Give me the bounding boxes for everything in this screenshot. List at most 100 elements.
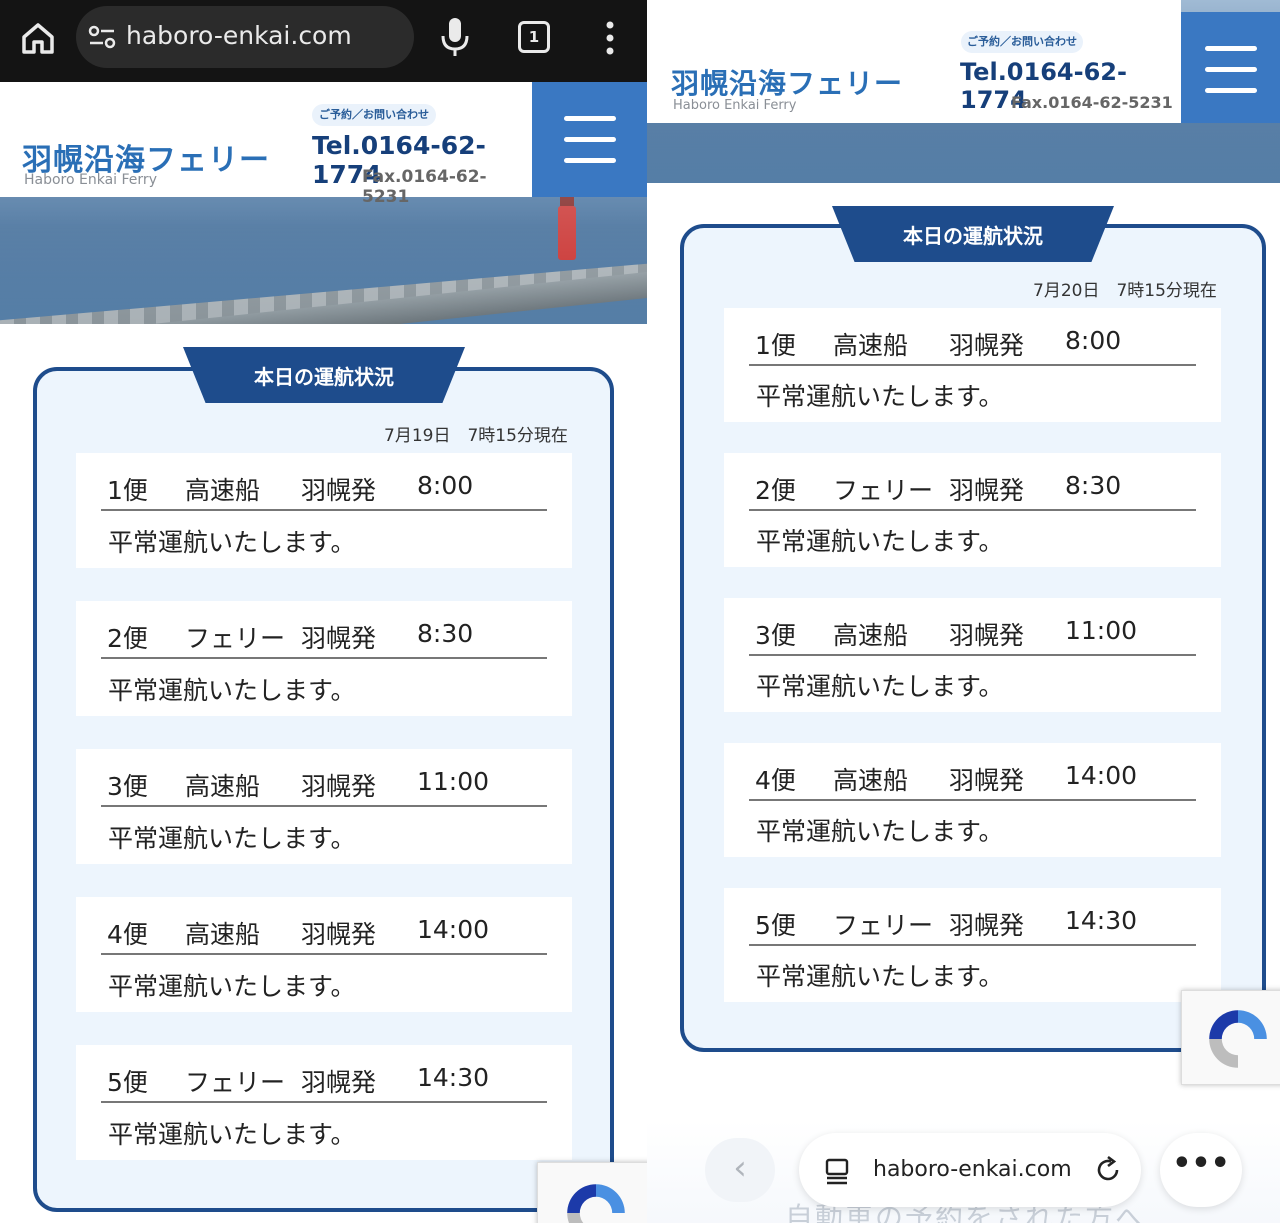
recaptcha-badge[interactable]: [1181, 990, 1280, 1085]
trip-header: 1便 高速船 羽幌発 8:00: [101, 453, 547, 511]
trip-header: 4便 高速船 羽幌発 14:00: [101, 897, 547, 955]
departure-port: 羽幌発: [949, 476, 1025, 505]
trip-card: 2便 フェリー 羽幌発 8:30 平常運航いたします。: [724, 453, 1221, 567]
vessel-type: フェリー: [833, 476, 934, 505]
more-options-button[interactable]: •••: [1160, 1133, 1242, 1207]
trip-number: 1便: [755, 331, 796, 360]
vessel-type: 高速船: [185, 476, 261, 505]
trip-number: 2便: [107, 624, 148, 653]
trip-status: 平常運航いたします。: [108, 824, 356, 853]
trip-card: 5便 フェリー 羽幌発 14:30 平常運航いたします。: [724, 888, 1221, 1002]
trip-card: 2便 フェリー 羽幌発 8:30 平常運航いたします。: [76, 601, 572, 716]
trip-header: 5便 フェリー 羽幌発 14:30: [101, 1045, 547, 1103]
site-header: 羽幌沿海フェリー Haboro Enkai Ferry ご予約／お問い合わせ T…: [647, 0, 1181, 123]
menu-icon-bar: [1204, 46, 1257, 51]
trip-status: 平常運航いたします。: [108, 1120, 356, 1149]
site-logo[interactable]: 羽幌沿海フェリー: [671, 62, 903, 102]
trip-number: 5便: [755, 911, 796, 940]
trip-header: 2便 フェリー 羽幌発 8:30: [749, 453, 1196, 511]
vessel-type: 高速船: [833, 331, 909, 360]
trip-number: 3便: [107, 772, 148, 801]
departure-port: 羽幌発: [301, 772, 377, 801]
trip-header: 5便 フェリー 羽幌発 14:30: [749, 888, 1196, 946]
hamburger-menu-button[interactable]: [1181, 12, 1280, 123]
vessel-type: 高速船: [833, 766, 909, 795]
departure-port: 羽幌発: [301, 624, 377, 653]
trip-header: 3便 高速船 羽幌発 11:00: [101, 749, 547, 807]
url-text: haboro-enkai.com: [873, 1157, 1072, 1182]
trip-card: 3便 高速船 羽幌発 11:00 平常運航いたします。: [724, 598, 1221, 712]
trip-card: 1便 高速船 羽幌発 8:00 平常運航いたします。: [76, 453, 572, 568]
trip-header: 4便 高速船 羽幌発 14:00: [749, 743, 1196, 801]
trip-status: 平常運航いたします。: [756, 672, 1004, 701]
trip-card: 5便 フェリー 羽幌発 14:30 平常運航いたします。: [76, 1045, 572, 1160]
trip-number: 5便: [107, 1068, 148, 1097]
page-info-icon: [825, 1158, 849, 1185]
site-info-icon[interactable]: [88, 24, 116, 50]
recaptcha-icon: [1209, 1010, 1267, 1068]
reservation-label: ご予約／お問い合わせ: [312, 104, 436, 126]
fax-number: Fax.0164-62-5231: [362, 167, 487, 207]
trip-number: 4便: [107, 920, 148, 949]
departure-time: 11:00: [1065, 616, 1138, 645]
trip-card: 4便 高速船 羽幌発 14:00 平常運航いたします。: [76, 897, 572, 1012]
reload-icon[interactable]: [1093, 1155, 1123, 1185]
trip-status: 平常運航いたします。: [756, 382, 1004, 411]
trip-status: 平常運航いたします。: [756, 527, 1004, 556]
departure-port: 羽幌発: [301, 1068, 377, 1097]
site-header: 羽幌沿海フェリー Haboro Enkai Ferry ご予約／お問い合わせ T…: [0, 82, 532, 207]
more-options-icon[interactable]: [600, 20, 620, 56]
back-button[interactable]: ‹: [705, 1138, 775, 1202]
departure-time: 8:00: [417, 471, 474, 500]
departure-port: 羽幌発: [949, 911, 1025, 940]
departure-port: 羽幌発: [949, 331, 1025, 360]
address-bar[interactable]: haboro-enkai.com: [799, 1133, 1141, 1207]
vessel-type: フェリー: [833, 911, 934, 940]
trip-status: 平常運航いたします。: [108, 528, 356, 557]
reservation-label: ご予約／お問い合わせ: [961, 31, 1083, 53]
trip-number: 4便: [755, 766, 796, 795]
vessel-type: 高速船: [833, 621, 909, 650]
home-icon[interactable]: [18, 18, 58, 58]
url-text: haboro-enkai.com: [126, 21, 352, 50]
departure-port: 羽幌発: [301, 476, 377, 505]
departure-time: 14:30: [1065, 906, 1138, 935]
departure-time: 11:00: [417, 767, 490, 796]
fax-number: Fax.0164-62-5231: [1011, 93, 1173, 112]
departure-time: 14:30: [417, 1063, 490, 1092]
trip-status: 平常運航いたします。: [756, 817, 1004, 846]
trip-header: 3便 高速船 羽幌発 11:00: [749, 598, 1196, 656]
trip-card: 3便 高速船 羽幌発 11:00 平常運航いたします。: [76, 749, 572, 864]
vessel-type: フェリー: [185, 1068, 286, 1097]
as-of-timestamp: 7月19日 7時15分現在: [384, 426, 568, 446]
site-logo-subtitle: Haboro Enkai Ferry: [24, 172, 157, 188]
vessel-type: 高速船: [185, 772, 261, 801]
departure-time: 8:30: [1065, 471, 1122, 500]
menu-icon-bar: [1204, 88, 1257, 93]
microphone-icon[interactable]: [438, 16, 472, 58]
address-bar[interactable]: haboro-enkai.com: [76, 6, 414, 68]
trip-number: 3便: [755, 621, 796, 650]
recaptcha-badge[interactable]: [537, 1162, 647, 1223]
menu-icon-bar: [563, 158, 616, 163]
trip-number: 1便: [107, 476, 148, 505]
trip-status: 平常運航いたします。: [108, 972, 356, 1001]
recaptcha-icon: [567, 1184, 625, 1223]
hamburger-menu-button[interactable]: [532, 82, 647, 197]
tab-switcher-button[interactable]: 1: [518, 21, 550, 53]
trip-header: 1便 高速船 羽幌発 8:00: [749, 308, 1196, 366]
departure-port: 羽幌発: [949, 766, 1025, 795]
trip-header: 2便 フェリー 羽幌発 8:30: [101, 601, 547, 659]
tab-count: 1: [528, 28, 540, 46]
departure-time: 8:00: [1065, 326, 1122, 355]
vessel-type: 高速船: [185, 920, 261, 949]
left-screenshot: haboro-enkai.com 1 羽幌沿海フェリー Haboro Enkai…: [0, 0, 647, 1223]
chevron-left-icon: ‹: [733, 1148, 747, 1188]
operation-status-heading: 本日の運航状況: [183, 347, 465, 403]
trip-number: 2便: [755, 476, 796, 505]
departure-time: 8:30: [417, 619, 474, 648]
departure-time: 14:00: [417, 915, 490, 944]
departure-port: 羽幌発: [949, 621, 1025, 650]
menu-icon-bar: [563, 137, 616, 142]
trip-status: 平常運航いたします。: [756, 962, 1004, 991]
